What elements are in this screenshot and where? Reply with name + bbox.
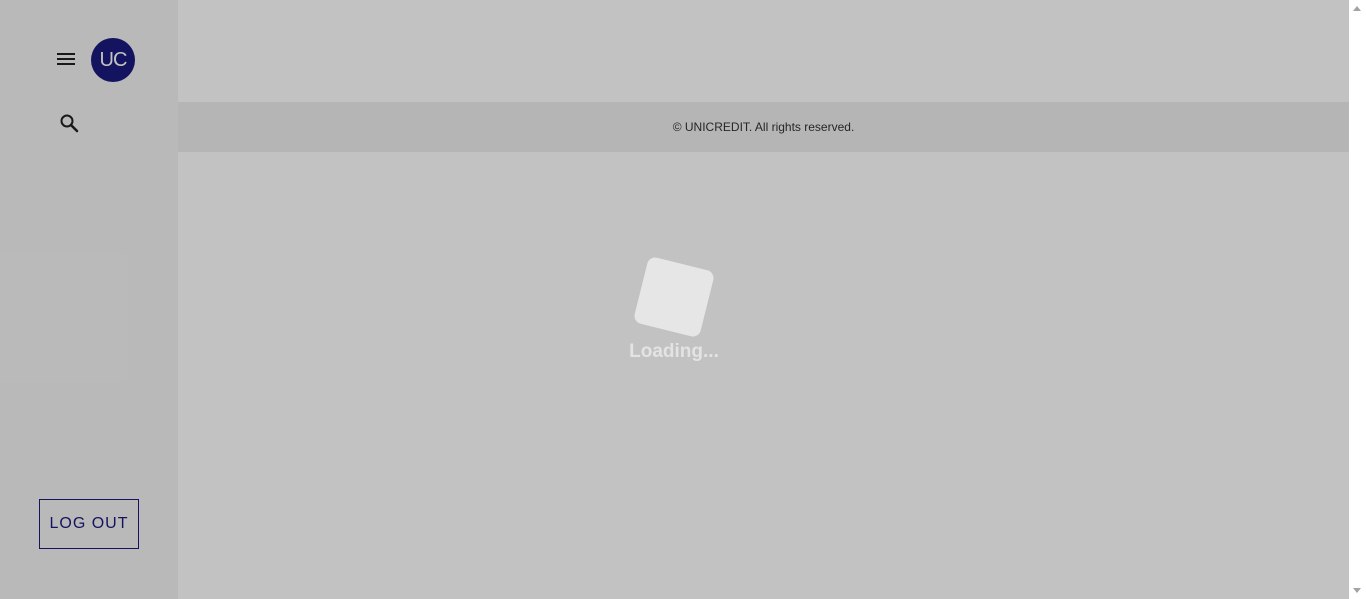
loading-text: Loading... <box>629 341 719 362</box>
loading-overlay: Loading... <box>0 0 1349 599</box>
loading-square <box>632 255 716 339</box>
scroll-up-arrow-icon[interactable] <box>1353 6 1361 11</box>
loading-spinner: Loading... <box>624 255 724 363</box>
scroll-down-arrow-icon[interactable] <box>1353 588 1361 593</box>
app-window: UC LOG OUT © UNICREDIT. All rights reser… <box>0 0 1366 599</box>
vertical-scrollbar[interactable] <box>1349 0 1366 599</box>
